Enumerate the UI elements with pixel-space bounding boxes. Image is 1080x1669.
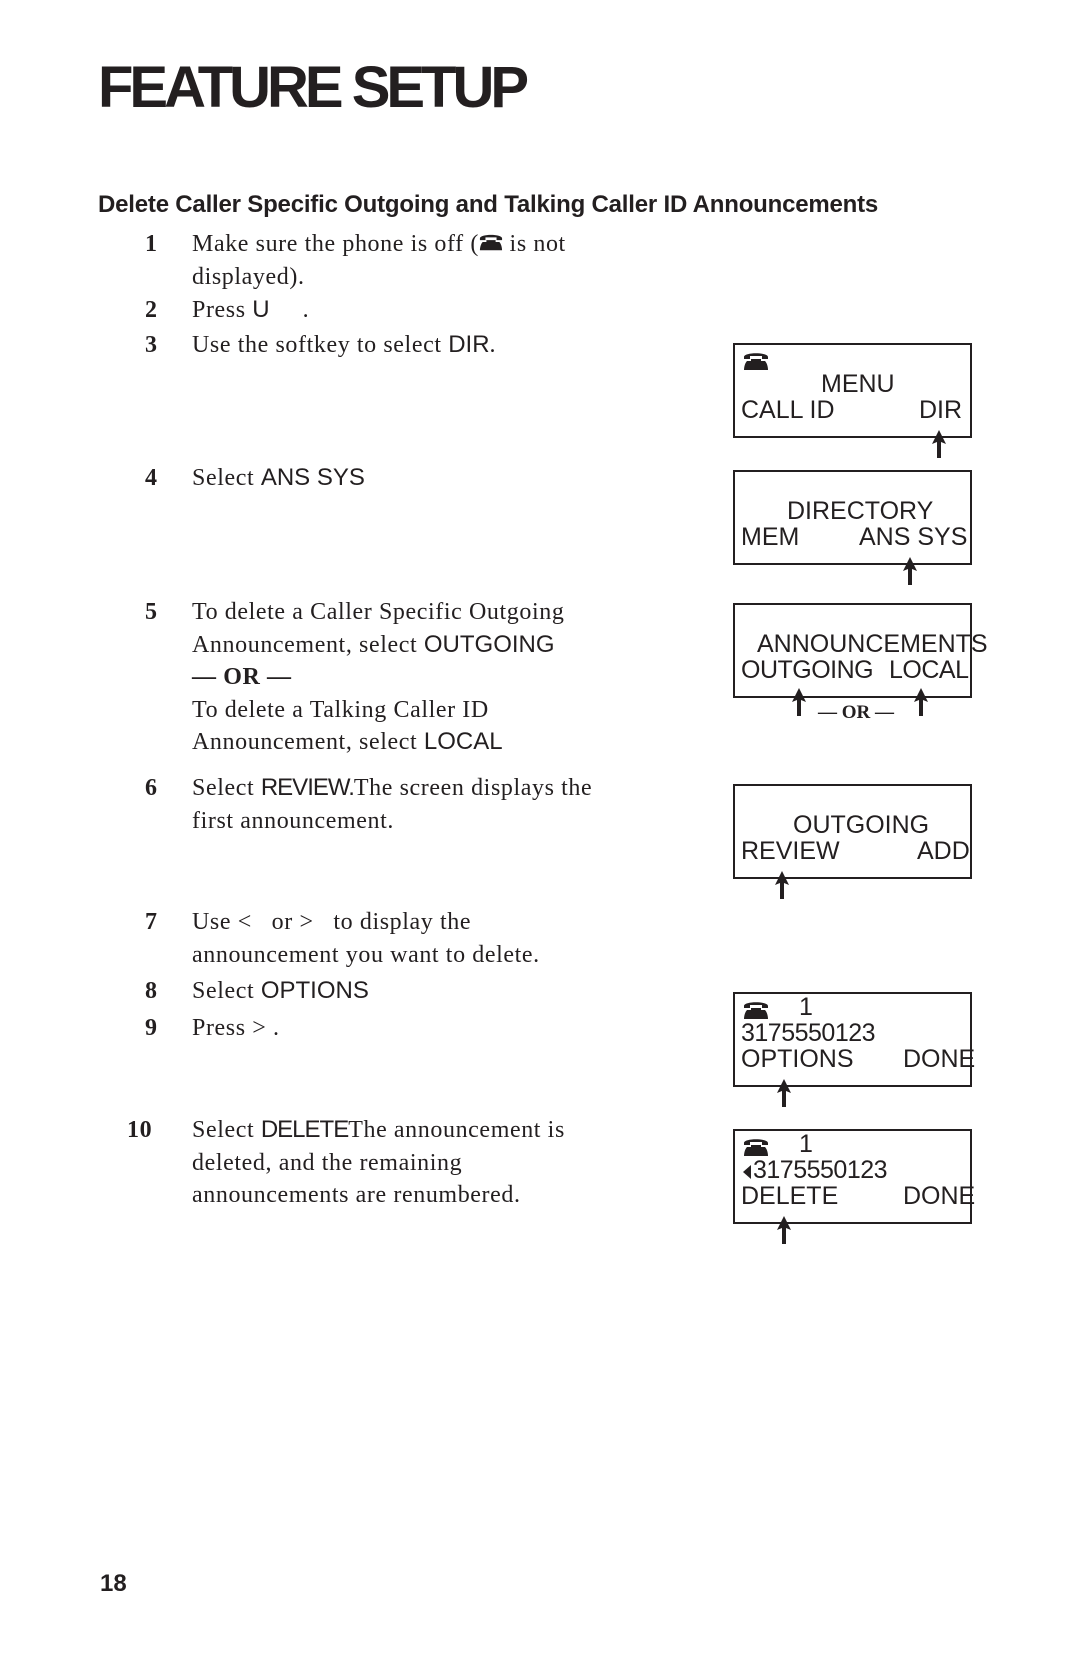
lcd-screen-directory: DIRECTORY MEM ANS SYS — [733, 470, 972, 565]
step-text-part: Use < or > to display the — [192, 909, 472, 935]
step-text-part: . — [269, 297, 310, 323]
step-number: 5 — [145, 599, 158, 625]
step-text: Use the softkey to select DIR. — [192, 329, 496, 362]
lcd-screen-options: 1 3175550123 OPTIONS DONE — [733, 992, 975, 1087]
step-text: Select ANS SYS — [192, 462, 365, 495]
softkey-right[interactable]: ANS SYS — [859, 524, 967, 551]
step-text-part: Use the softkey to select — [192, 332, 449, 358]
softkey-right[interactable]: ADD — [917, 838, 970, 865]
lcd-screen-delete: 1 3175550123 DELETE DONE — [733, 1129, 975, 1224]
lcd-title: MENU — [821, 370, 895, 398]
step-text-part: Announcement, select — [192, 729, 424, 755]
arrow-up-icon — [777, 1216, 791, 1244]
section-heading: Delete Caller Specific Outgoing and Talk… — [98, 191, 879, 218]
softkey-left[interactable]: OUTGOING — [741, 657, 874, 684]
softkey-left[interactable]: DELETE — [741, 1183, 838, 1210]
step-text: To delete a Caller Specific Outgoing Ann… — [192, 596, 564, 759]
key-label: U — [252, 296, 270, 323]
step-text-part: The screen displays the — [353, 775, 593, 801]
lcd-title: OUTGOING — [793, 811, 930, 839]
key-label: REVIEW. — [260, 774, 355, 801]
phone-icon — [743, 351, 769, 371]
softkey-right[interactable]: DONE — [903, 1046, 975, 1073]
step-text-part: first announcement. — [192, 807, 395, 834]
step-text-part: Press — [192, 297, 253, 323]
step-number: 3 — [145, 332, 158, 358]
step-text-part: Select — [192, 978, 261, 1004]
step-text-part: . — [489, 332, 497, 358]
key-label: LOCAL — [423, 728, 503, 755]
step-text: Make sure the phone is off ( is not disp… — [192, 228, 566, 293]
key-label: OUTGOING — [423, 630, 555, 658]
announcement-index: 1 — [799, 993, 813, 1021]
phone-icon — [479, 231, 503, 253]
step-text: Select DELETEThe announcement is deleted… — [192, 1114, 565, 1212]
step-text-part: Select — [192, 465, 261, 491]
step-text-part: Select — [192, 775, 261, 801]
speaker-left-icon — [743, 1165, 751, 1179]
softkey-right[interactable]: DIR — [919, 397, 962, 424]
step-text-part: Make sure the phone is off ( — [192, 231, 479, 257]
step-text-part: To delete a Talking Caller ID — [192, 696, 489, 723]
softkey-left[interactable]: REVIEW — [741, 838, 840, 865]
arrow-up-icon — [903, 557, 917, 585]
announcement-index: 1 — [799, 1130, 813, 1158]
softkey-right[interactable]: LOCAL — [889, 657, 969, 684]
arrow-up-icon — [932, 430, 946, 458]
lcd-title: DIRECTORY — [787, 497, 934, 525]
key-label: ANS SYS — [260, 464, 365, 491]
key-label: OPTIONS — [260, 977, 369, 1004]
step-text-part: Announcement, select — [192, 631, 424, 658]
phone-icon — [743, 1137, 769, 1157]
or-separator: — OR — — [192, 664, 292, 690]
or-separator: — OR — — [818, 702, 894, 723]
lcd-screen-menu: MENU CALL ID DIR — [733, 343, 972, 438]
phone-number: 3175550123 — [741, 1019, 876, 1047]
step-text-part: Select — [192, 1117, 261, 1143]
arrow-up-icon — [792, 688, 806, 716]
step-text: Press U . — [192, 294, 309, 327]
softkey-left[interactable]: OPTIONS — [741, 1046, 854, 1073]
lcd-title: ANNOUNCEMENTS — [757, 630, 988, 658]
softkey-left[interactable]: MEM — [741, 524, 799, 551]
phone-number: 3175550123 — [753, 1156, 888, 1184]
lcd-screen-outgoing: OUTGOING REVIEW ADD — [733, 784, 972, 879]
step-number: 9 — [145, 1015, 158, 1041]
key-label: DIR — [448, 331, 490, 358]
step-text-part: deleted, and the remaining — [192, 1149, 463, 1176]
step-number: 8 — [145, 978, 158, 1004]
step-number: 2 — [145, 297, 158, 323]
step-number: 4 — [145, 465, 158, 491]
step-number: 6 — [145, 775, 158, 801]
step-text-part: announcement you want to delete. — [192, 941, 540, 968]
step-text: Select REVIEW.The screen displays the fi… — [192, 772, 592, 837]
phone-icon — [743, 1000, 769, 1020]
arrow-up-icon — [775, 871, 789, 899]
page-number: 18 — [100, 1570, 127, 1597]
step-text: Use < or > to display the announcement y… — [192, 906, 540, 971]
step-text-part: displayed). — [192, 263, 305, 290]
lcd-screen-announcements: ANNOUNCEMENTS OUTGOING LOCAL — [733, 603, 988, 698]
step-text-part: announcements are renumbered. — [192, 1182, 521, 1208]
arrow-up-icon — [777, 1079, 791, 1107]
step-text: Press > . — [192, 1015, 280, 1041]
softkey-left[interactable]: CALL ID — [741, 397, 835, 424]
step-text: Select OPTIONS — [192, 975, 369, 1008]
step-number: 7 — [145, 909, 158, 935]
page-title: FEATURE SETUP — [98, 55, 529, 120]
arrow-up-icon — [914, 688, 928, 716]
softkey-right[interactable]: DONE — [903, 1183, 975, 1210]
step-number: 10 — [127, 1117, 153, 1143]
step-text-part: is not — [502, 231, 566, 257]
key-label: DELETE — [260, 1116, 349, 1143]
step-text-part: The announcement is — [348, 1117, 565, 1143]
step-number: 1 — [145, 231, 158, 257]
step-text-part: To delete a Caller Specific Outgoing — [192, 599, 565, 625]
